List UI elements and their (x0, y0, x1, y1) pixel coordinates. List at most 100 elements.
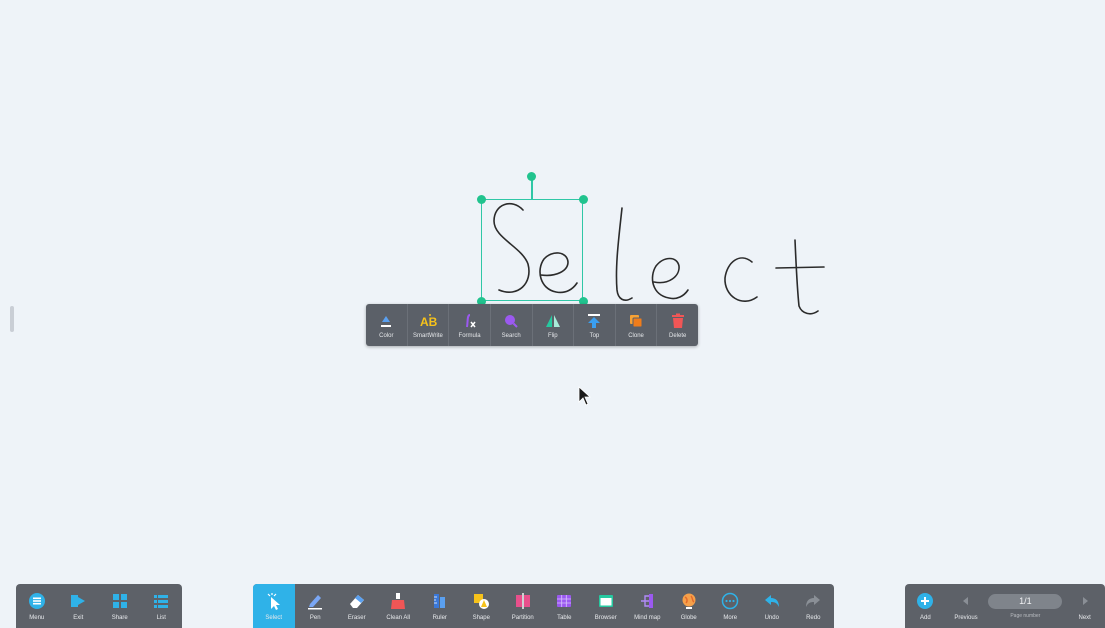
share-icon (111, 592, 129, 610)
page-caption: Page number (1010, 612, 1041, 619)
ctx-formula-button[interactable]: Formula (449, 304, 491, 346)
color-icon (377, 312, 395, 330)
formula-icon (461, 312, 479, 330)
rotate-handle[interactable] (527, 172, 536, 181)
menu-button[interactable]: Menu (16, 584, 58, 628)
tool-redo[interactable]: Redo (793, 584, 835, 628)
next-label: Next (1078, 614, 1091, 621)
ctx-clone-button[interactable]: Clone (616, 304, 658, 346)
add-label: Add (919, 614, 931, 621)
menu-icon (28, 592, 46, 610)
tool-label: Undo (764, 614, 779, 621)
tool-label: Redo (806, 614, 821, 621)
pen-icon (306, 592, 324, 610)
tool-undo[interactable]: Undo (751, 584, 793, 628)
mouse-pointer-icon (578, 386, 592, 406)
tool-select[interactable]: Select (253, 584, 295, 628)
resize-handle-top-left[interactable] (477, 195, 486, 204)
search-icon (502, 312, 520, 330)
tool-globe[interactable]: Globe (668, 584, 710, 628)
ctx-label: Delete (669, 332, 687, 339)
tool-mind-map[interactable]: Mind map (627, 584, 669, 628)
rotate-stem (531, 180, 533, 199)
tool-label: Clean All (386, 614, 411, 621)
tool-label: Mind map (634, 614, 661, 621)
tool-label: Select (265, 614, 283, 621)
list-button[interactable]: List (141, 584, 183, 628)
exit-label: Exit (73, 614, 84, 621)
tool-pen[interactable]: Pen (295, 584, 337, 628)
partition-icon (514, 592, 532, 610)
tool-browser[interactable]: Browser (585, 584, 627, 628)
select-icon (265, 592, 283, 610)
add-icon (916, 592, 934, 610)
ruler-icon (431, 592, 449, 610)
ctx-color-button[interactable]: Color (366, 304, 408, 346)
ctx-delete-button[interactable]: Delete (657, 304, 698, 346)
ctx-label: Color (379, 332, 394, 339)
ctx-label: Clone (628, 332, 644, 339)
svg-text:AB: AB (420, 315, 437, 329)
tool-shape[interactable]: Shape (461, 584, 503, 628)
list-label: List (156, 614, 166, 621)
ctx-label: SmartWrite (412, 332, 443, 339)
tool-label: Pen (309, 614, 321, 621)
tool-table[interactable]: Table (544, 584, 586, 628)
share-label: Share (111, 614, 128, 621)
tool-eraser[interactable]: Eraser (336, 584, 378, 628)
exit-button[interactable]: Exit (58, 584, 100, 628)
resize-handle-top-right[interactable] (579, 195, 588, 204)
ctx-search-button[interactable]: Search (491, 304, 533, 346)
tool-ruler[interactable]: Ruler (419, 584, 461, 628)
page-toolbar: Add Previous 1/1 Page number Next (905, 584, 1105, 628)
next-page-button[interactable]: Next (1064, 584, 1105, 628)
browser-icon (597, 592, 615, 610)
ctx-label: Formula (458, 332, 481, 339)
chevron-right-icon (1076, 592, 1094, 610)
clone-icon (627, 312, 645, 330)
side-panel-handle[interactable] (10, 306, 14, 332)
tool-partition[interactable]: Partition (502, 584, 544, 628)
chevron-left-icon (957, 592, 975, 610)
tool-label: Partition (511, 614, 534, 621)
add-page-button[interactable]: Add (905, 584, 946, 628)
previous-page-button[interactable]: Previous (946, 584, 987, 628)
redo-icon (804, 592, 822, 610)
delete-icon (669, 312, 687, 330)
more-icon (721, 592, 739, 610)
ctx-label: Flip (547, 332, 558, 339)
tool-label: Eraser (347, 614, 366, 621)
selection-frame[interactable] (481, 199, 583, 301)
ctx-top-button[interactable]: Top (574, 304, 616, 346)
ctx-label: Top (589, 332, 600, 339)
tool-label: Shape (472, 614, 490, 621)
page-number-control[interactable]: 1/1 Page number (986, 584, 1064, 628)
tool-clean-all[interactable]: Clean All (378, 584, 420, 628)
share-button[interactable]: Share (99, 584, 141, 628)
menu-label: Menu (29, 614, 45, 621)
selection-context-menu: Color AB SmartWrite Formula Search Flip … (366, 304, 698, 346)
list-icon (152, 592, 170, 610)
globe-icon (680, 592, 698, 610)
previous-label: Previous (954, 614, 978, 621)
tool-label: Ruler (432, 614, 447, 621)
eraser-icon (348, 592, 366, 610)
clean-all-icon (389, 592, 407, 610)
tools-toolbar: Select Pen Eraser Clean All Ruler Shape (253, 584, 834, 628)
table-icon (555, 592, 573, 610)
page-indicator[interactable]: 1/1 (988, 593, 1063, 609)
shape-icon (472, 592, 490, 610)
tool-label: Browser (594, 614, 617, 621)
undo-icon (763, 592, 781, 610)
flip-icon (544, 312, 562, 330)
tool-more[interactable]: More (710, 584, 752, 628)
tool-label: Table (557, 614, 572, 621)
top-icon (585, 312, 603, 330)
exit-icon (69, 592, 87, 610)
ctx-label: Search (501, 332, 521, 339)
ctx-smartwrite-button[interactable]: AB SmartWrite (408, 304, 450, 346)
mind-map-icon (638, 592, 656, 610)
ctx-flip-button[interactable]: Flip (533, 304, 575, 346)
left-toolbar: Menu Exit Share List (16, 584, 182, 628)
tool-label: More (723, 614, 738, 621)
